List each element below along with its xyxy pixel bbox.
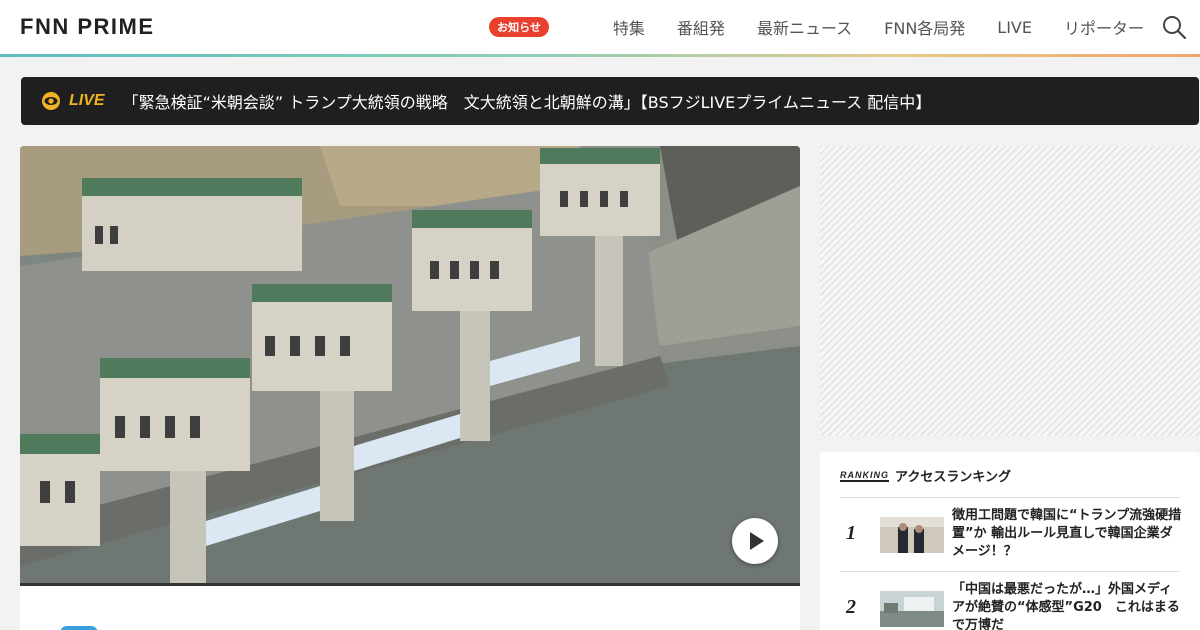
site-header: FNN PRIME お知らせ 特集 番組発 最新ニュース FNN各局発 LIVE… xyxy=(0,0,1200,54)
nav-item-programs[interactable]: 番組発 xyxy=(677,15,725,39)
ranking-logo: RANKING xyxy=(840,469,889,482)
ranking-list: 1 徴用工問題で韓国に“トランプ流強硬措置”か 輸出ルール見直しで韓国企業ダメー… xyxy=(840,497,1181,630)
live-headline[interactable]: 「緊急検証“米朝会談” トランプ大統領の戦略 文大統領と北朝鮮の溝」【BSフジL… xyxy=(123,89,932,113)
ranking-thumbnail[interactable] xyxy=(880,591,944,627)
floodgate-image xyxy=(20,146,800,583)
notice-badge[interactable]: お知らせ xyxy=(489,17,549,37)
rank-number: 1 xyxy=(846,522,856,544)
play-button[interactable] xyxy=(732,518,778,564)
featured-video[interactable] xyxy=(20,146,800,583)
main-nav: お知らせ 特集 番組発 最新ニュース FNN各局発 LIVE リポーター xyxy=(489,0,1144,54)
nav-item-reporters[interactable]: リポーター xyxy=(1064,15,1144,39)
ranking-headline[interactable]: 「中国は最悪だったが…」外国メディアが絶賛の“体感型”G20 これはまるで万博だ xyxy=(952,581,1184,630)
ranking-title: アクセスランキング xyxy=(895,470,1011,485)
eye-icon xyxy=(42,92,60,110)
search-icon[interactable] xyxy=(1162,15,1186,39)
rank-number: 2 xyxy=(846,596,856,618)
featured-article[interactable] xyxy=(20,146,800,630)
ad-placeholder xyxy=(820,146,1200,436)
header-accent-line xyxy=(0,54,1200,57)
ranking-headline[interactable]: 徴用工問題で韓国に“トランプ流強硬措置”か 輸出ルール見直しで韓国企業ダメージ！… xyxy=(952,507,1184,561)
video-progress-track[interactable] xyxy=(20,583,800,586)
access-ranking: RANKING アクセスランキング 1 徴用工問題で韓国に“トランプ流強硬措置”… xyxy=(820,452,1200,630)
list-item[interactable]: 2 「中国は最悪だったが…」外国メディアが絶賛の“体感型”G20 これはまるで万… xyxy=(840,571,1180,630)
nav-item-live[interactable]: LIVE xyxy=(997,18,1032,37)
nav-item-latest-news[interactable]: 最新ニュース xyxy=(757,15,852,39)
nav-item-stations[interactable]: FNN各局発 xyxy=(884,15,965,39)
live-label: LIVE xyxy=(69,92,105,109)
list-item[interactable]: 1 徴用工問題で韓国に“トランプ流強硬措置”か 輸出ルール見直しで韓国企業ダメー… xyxy=(840,497,1181,571)
ranking-thumbnail[interactable] xyxy=(880,517,944,553)
category-tag[interactable] xyxy=(60,626,98,630)
ranking-header: RANKING アクセスランキング xyxy=(840,466,1011,485)
site-logo[interactable]: FNN PRIME xyxy=(20,14,155,40)
live-banner[interactable]: LIVE 「緊急検証“米朝会談” トランプ大統領の戦略 文大統領と北朝鮮の溝」【… xyxy=(21,77,1199,125)
nav-item-features[interactable]: 特集 xyxy=(613,15,645,39)
